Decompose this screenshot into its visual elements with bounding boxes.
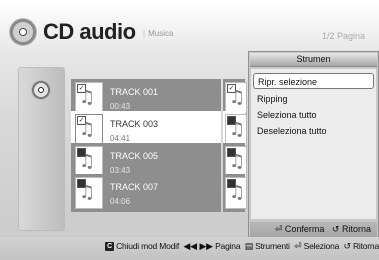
source-panel[interactable] (18, 67, 65, 231)
music-note-icon: ♫ (225, 114, 247, 146)
page-subtitle: Musica (143, 29, 173, 38)
enter-icon: ⏎ (274, 225, 283, 235)
disc-icon (31, 80, 51, 100)
return-icon: ↺ (331, 225, 340, 235)
track-name: TRACK 001 (110, 87, 159, 97)
cd-audio-screen: CD audio Musica 1/2 Pagina ✓ ♫ TRACK 001… (0, 0, 379, 260)
key-c-icon: C (105, 242, 115, 252)
tools-label[interactable]: Strumenti (255, 241, 290, 251)
page-label[interactable]: Pagina (215, 241, 240, 251)
music-note-icon: ♫ (75, 177, 103, 209)
enter-icon: ⏎ (294, 242, 302, 252)
music-note-icon: ♫ (225, 177, 247, 209)
tools-popup: Strumen Ripr. selezione Ripping Selezion… (248, 51, 379, 239)
page-indicator: 1/2 Pagina (321, 31, 365, 41)
help-bar: C Chiudi mod Modif ◀◀ ▶▶ Pagina ▤ Strumen… (0, 237, 379, 260)
menu-item-ripping[interactable]: Ripping (253, 91, 374, 107)
track-duration: 04:41 (110, 134, 131, 143)
music-note-icon: ✓ ♫ (225, 82, 247, 114)
page-title: CD audio (43, 19, 136, 44)
tools-menu: Ripr. selezione Ripping Seleziona tutto … (251, 69, 376, 219)
disc-icon (9, 18, 37, 46)
return-label[interactable]: Ritorna (342, 224, 371, 234)
music-note-icon: ✓ ♫ (75, 114, 103, 146)
menu-item-select-all[interactable]: Seleziona tutto (253, 107, 374, 123)
popup-title: Strumen (250, 53, 377, 67)
select-label[interactable]: Seleziona (304, 241, 340, 251)
return-icon: ↺ (343, 242, 351, 252)
track-name: TRACK 007 (110, 182, 159, 192)
track-duration: 00:43 (110, 102, 131, 111)
confirm-label[interactable]: Conferma (285, 224, 325, 234)
tools-icon: ▤ (244, 242, 254, 252)
exit-edit-label[interactable]: Chiudi mod Modif (116, 241, 179, 251)
skip-icon: ◀◀ ▶▶ (183, 242, 213, 252)
menu-item-deselect-all[interactable]: Deseleziona tutto (253, 123, 374, 139)
track-name: TRACK 003 (110, 119, 159, 129)
track-name: TRACK 005 (110, 151, 159, 161)
track-item[interactable]: ♫ (223, 174, 247, 212)
track-duration: 04:06 (110, 197, 131, 206)
menu-item-play-selection[interactable]: Ripr. selezione (253, 73, 374, 89)
popup-footer: ⏎ Conferma ↺ Ritorna (250, 222, 377, 237)
music-note-icon: ✓ ♫ (75, 82, 103, 114)
track-item[interactable]: ♫ TRACK 007 04:06 (71, 174, 221, 212)
return-label[interactable]: Ritorna (353, 241, 379, 251)
